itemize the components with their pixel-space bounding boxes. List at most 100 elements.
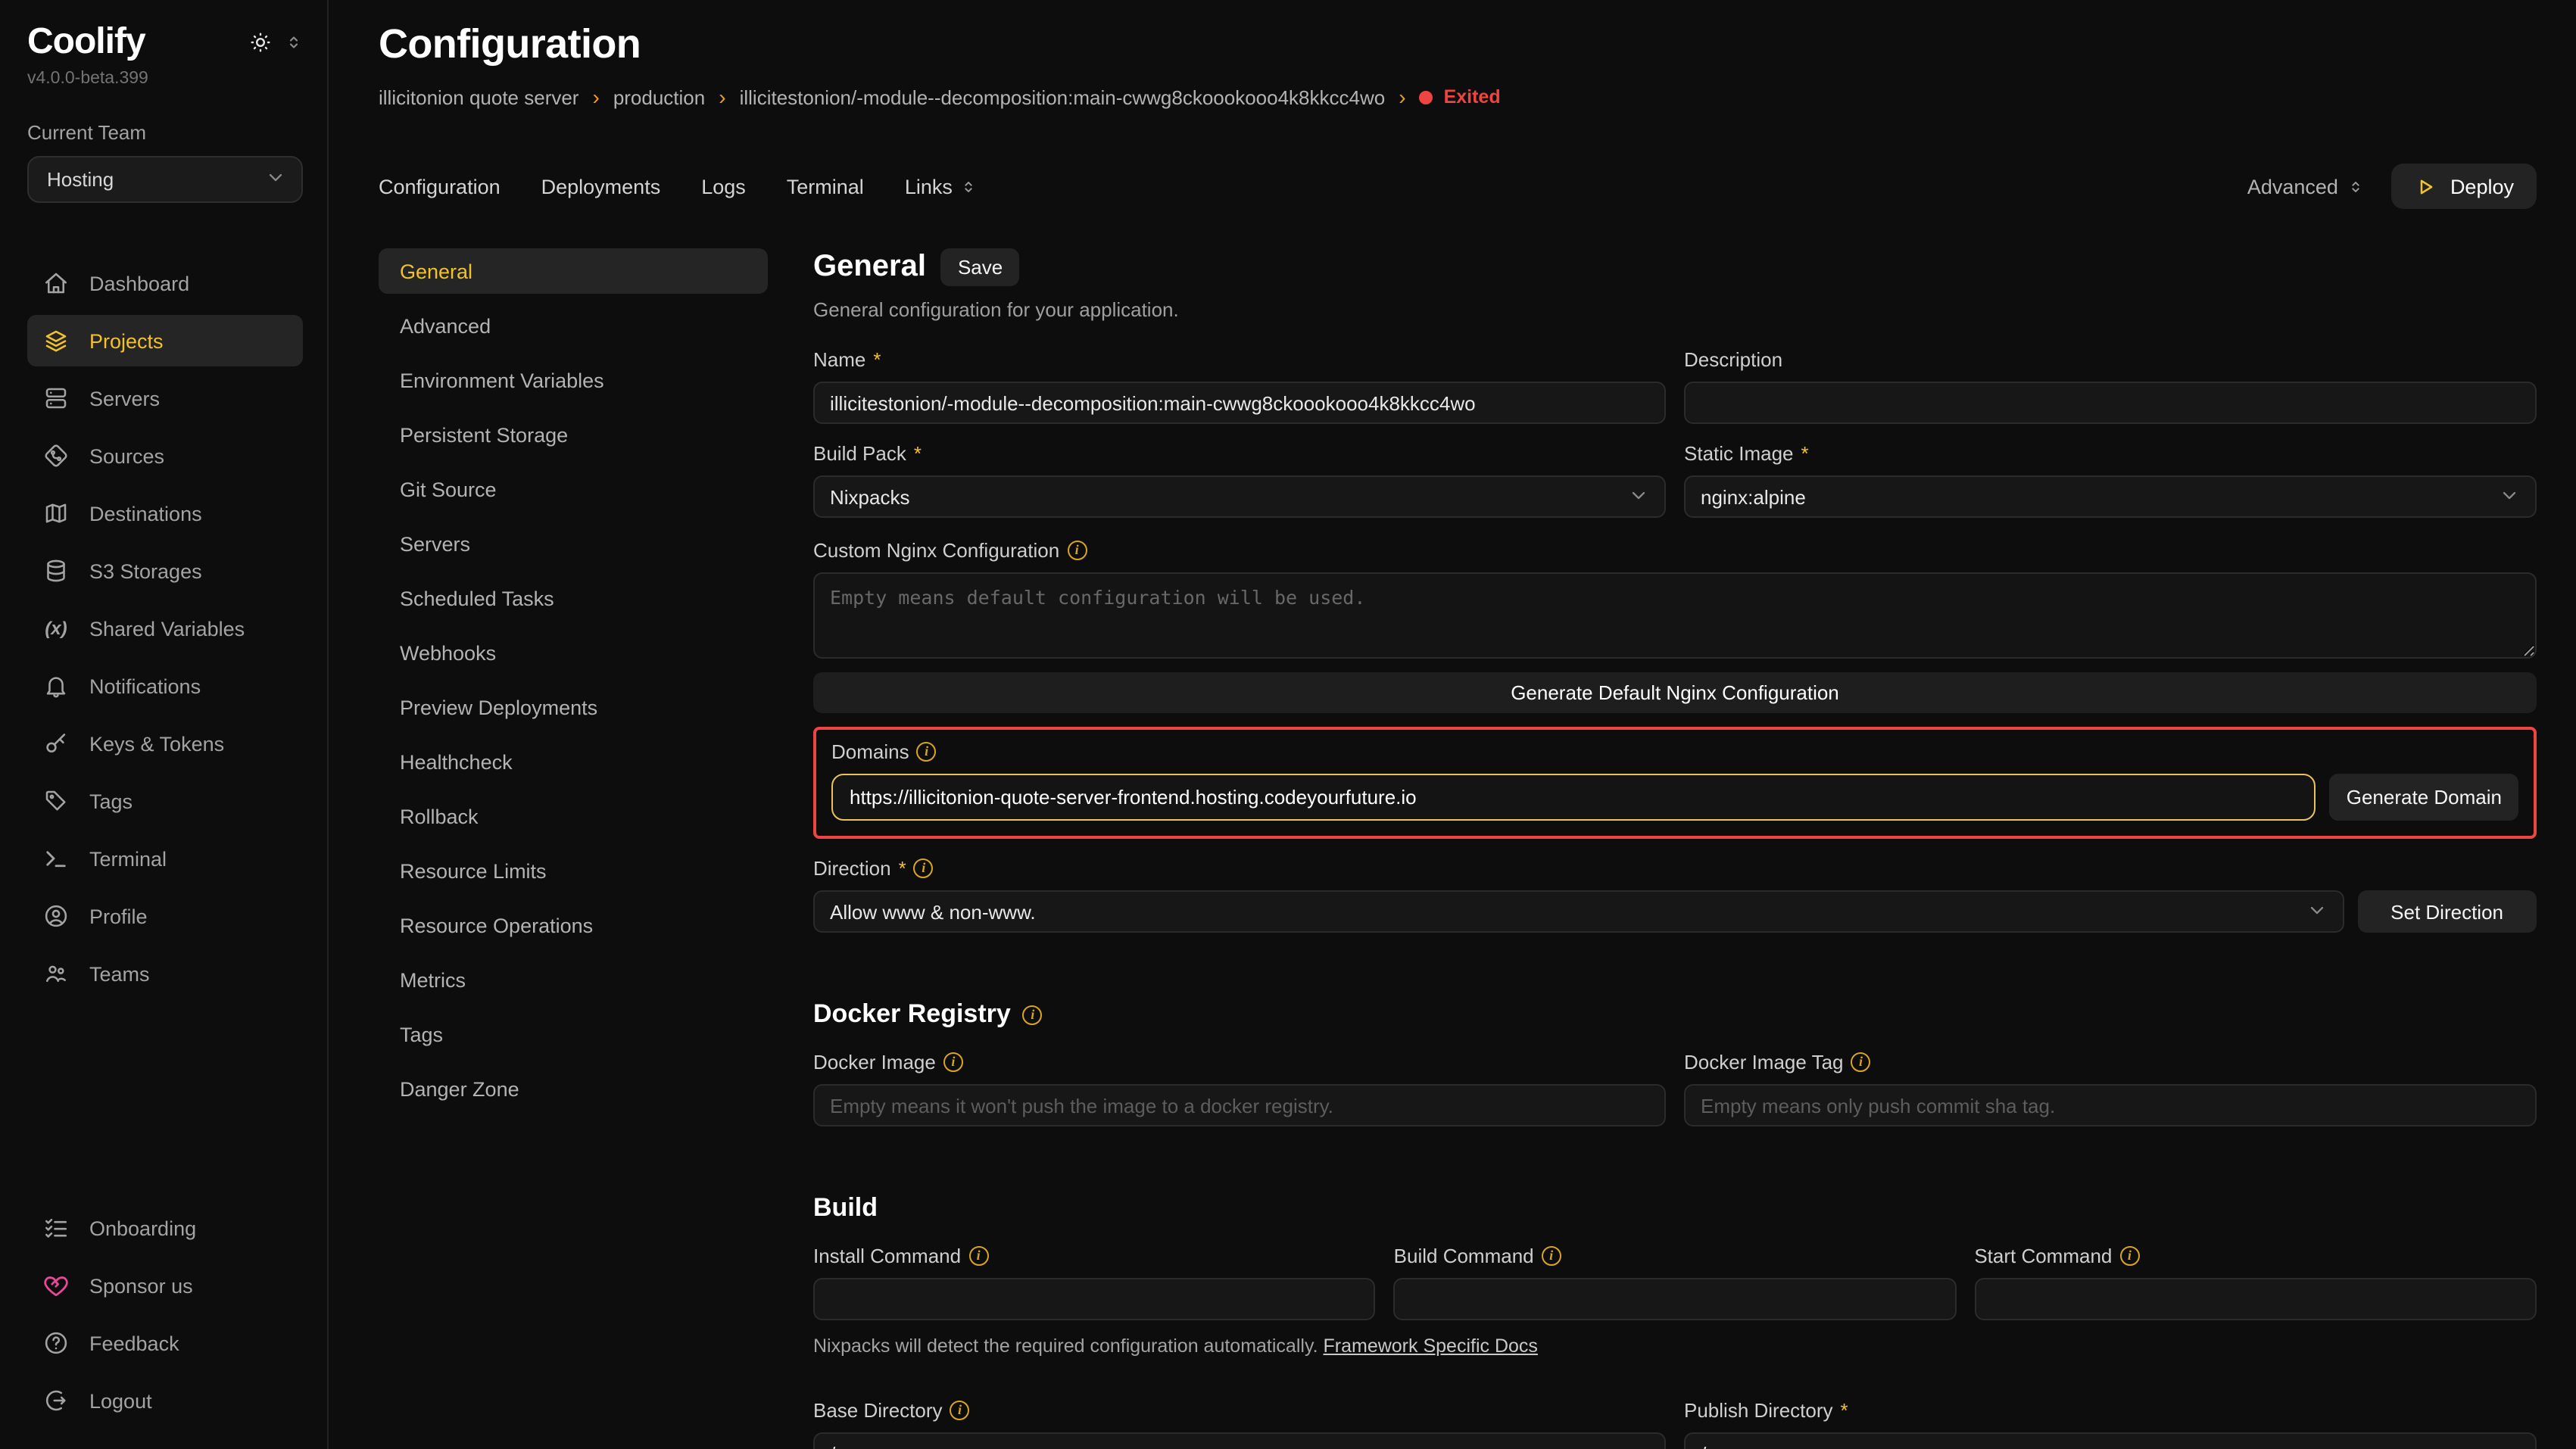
tab-links[interactable]: Links (905, 175, 977, 198)
docker-registry-heading: Docker Registry i (813, 999, 2537, 1030)
advanced-menu[interactable]: Advanced (2247, 175, 2364, 198)
app-window: Coolify v4.0.0-beta.399 Current Team Hos… (0, 0, 2576, 1449)
static-image-select[interactable]: nginx:alpine (1684, 475, 2537, 518)
sidebar-item-profile[interactable]: Profile (27, 890, 303, 942)
subnav-item-environment-variables[interactable]: Environment Variables (379, 357, 768, 403)
direction-select[interactable]: Allow www & non-www. (813, 890, 2344, 933)
sidebar-item-terminal[interactable]: Terminal (27, 833, 303, 884)
breadcrumb-separator: › (592, 85, 599, 109)
sidebar-item-label: Onboarding (89, 1217, 196, 1239)
tab-terminal[interactable]: Terminal (787, 175, 864, 198)
sidebar-item-notifications[interactable]: Notifications (27, 660, 303, 712)
install-command-input[interactable] (813, 1278, 1376, 1320)
required-marker: * (1801, 442, 1809, 465)
tab-logs[interactable]: Logs (701, 175, 746, 198)
docker-image-tag-input[interactable] (1684, 1084, 2537, 1126)
chevron-up-down-icon (2347, 176, 2364, 196)
direction-label-text: Direction (813, 857, 891, 880)
sidebar-collapse-icon[interactable] (285, 32, 303, 61)
breadcrumb-application[interactable]: illicitestonion/-module--decomposition:m… (740, 86, 1386, 108)
subnav-item-webhooks[interactable]: Webhooks (379, 630, 768, 675)
database-icon (42, 557, 70, 584)
info-icon: i (1851, 1052, 1871, 1072)
info-icon: i (1067, 541, 1087, 560)
subnav-item-healthcheck[interactable]: Healthcheck (379, 739, 768, 784)
build-command-input[interactable] (1394, 1278, 1957, 1320)
publish-directory-input[interactable] (1684, 1432, 2537, 1449)
subnav-item-danger-zone[interactable]: Danger Zone (379, 1066, 768, 1111)
framework-docs-link[interactable]: Framework Specific Docs (1324, 1335, 1538, 1357)
subnav-item-git-source[interactable]: Git Source (379, 466, 768, 512)
subnav-item-tags[interactable]: Tags (379, 1011, 768, 1057)
subnav-item-advanced[interactable]: Advanced (379, 303, 768, 348)
breadcrumb-separator: › (1399, 85, 1405, 109)
sidebar-item-sponsor-us[interactable]: Sponsor us (27, 1260, 303, 1311)
users-icon (42, 960, 70, 987)
sidebar-item-servers[interactable]: Servers (27, 372, 303, 424)
sidebar-item-shared-variables[interactable]: (x) Shared Variables (27, 603, 303, 654)
server-icon (42, 385, 70, 412)
description-label: Description (1684, 348, 2537, 371)
tab-configuration[interactable]: Configuration (379, 175, 501, 198)
sidebar-item-logout[interactable]: Logout (27, 1375, 303, 1426)
info-icon: i (917, 742, 937, 762)
publish-directory-label: Publish Directory * (1684, 1399, 2537, 1422)
subnav-item-metrics[interactable]: Metrics (379, 957, 768, 1002)
subnav-item-persistent-storage[interactable]: Persistent Storage (379, 412, 768, 457)
chevron-down-icon (1628, 484, 1649, 509)
name-input[interactable] (813, 382, 1666, 424)
generate-nginx-button[interactable]: Generate Default Nginx Configuration (813, 672, 2537, 713)
team-select[interactable]: Hosting (27, 156, 303, 203)
domains-label: Domains i (831, 740, 2518, 763)
base-directory-input[interactable] (813, 1432, 1666, 1449)
docker-image-tag-label-text: Docker Image Tag (1684, 1051, 1844, 1074)
map-icon (42, 500, 70, 527)
start-command-input[interactable] (1974, 1278, 2537, 1320)
sidebar-item-label: Projects (89, 329, 164, 352)
set-direction-button[interactable]: Set Direction (2357, 890, 2537, 933)
sidebar-item-destinations[interactable]: Destinations (27, 488, 303, 539)
subnav-item-rollback[interactable]: Rollback (379, 793, 768, 839)
subnav-item-general[interactable]: General (379, 248, 768, 294)
sidebar-item-s3-storages[interactable]: S3 Storages (27, 545, 303, 597)
sidebar-item-onboarding[interactable]: Onboarding (27, 1202, 303, 1254)
sidebar-item-projects[interactable]: Projects (27, 315, 303, 366)
heart-icon (42, 1272, 70, 1299)
breadcrumb: illicitonion quote server › production ›… (379, 85, 2537, 109)
sidebar-item-teams[interactable]: Teams (27, 948, 303, 999)
domains-input[interactable] (831, 774, 2316, 821)
subnav-item-preview-deployments[interactable]: Preview Deployments (379, 684, 768, 730)
build-pack-value: Nixpacks (830, 485, 910, 508)
build-pack-label-text: Build Pack (813, 442, 906, 465)
sidebar-item-label: Keys & Tokens (89, 732, 224, 755)
required-marker: * (873, 348, 881, 371)
sidebar-item-dashboard[interactable]: Dashboard (27, 257, 303, 309)
start-command-label-text: Start Command (1974, 1245, 2112, 1267)
docker-image-input[interactable] (813, 1084, 1666, 1126)
info-icon: i (968, 1246, 988, 1266)
breadcrumb-project[interactable]: illicitonion quote server (379, 86, 579, 108)
direction-label: Direction * i (813, 857, 2537, 880)
breadcrumb-environment[interactable]: production (613, 86, 705, 108)
subnav-item-servers[interactable]: Servers (379, 521, 768, 566)
sidebar-item-sources[interactable]: Sources (27, 430, 303, 481)
sidebar-item-tags[interactable]: Tags (27, 775, 303, 827)
subnav-item-resource-operations[interactable]: Resource Operations (379, 902, 768, 948)
save-button[interactable]: Save (941, 248, 1019, 286)
sidebar-item-feedback[interactable]: Feedback (27, 1317, 303, 1369)
section-title: General (813, 250, 926, 285)
deploy-button[interactable]: Deploy (2391, 164, 2537, 209)
status-dot-icon (1420, 90, 1433, 104)
domains-label-text: Domains (831, 740, 909, 763)
sidebar-item-label: Sponsor us (89, 1274, 193, 1297)
tab-deployments[interactable]: Deployments (541, 175, 661, 198)
build-pack-select[interactable]: Nixpacks (813, 475, 1666, 518)
description-input[interactable] (1684, 382, 2537, 424)
main-content: Configuration illicitonion quote server … (329, 0, 2576, 1449)
generate-domain-button[interactable]: Generate Domain (2330, 774, 2518, 821)
custom-nginx-textarea[interactable] (813, 572, 2537, 659)
sidebar-item-keys-tokens[interactable]: Keys & Tokens (27, 718, 303, 769)
theme-toggle-sun-icon[interactable] (248, 30, 273, 62)
subnav-item-resource-limits[interactable]: Resource Limits (379, 848, 768, 893)
subnav-item-scheduled-tasks[interactable]: Scheduled Tasks (379, 575, 768, 621)
